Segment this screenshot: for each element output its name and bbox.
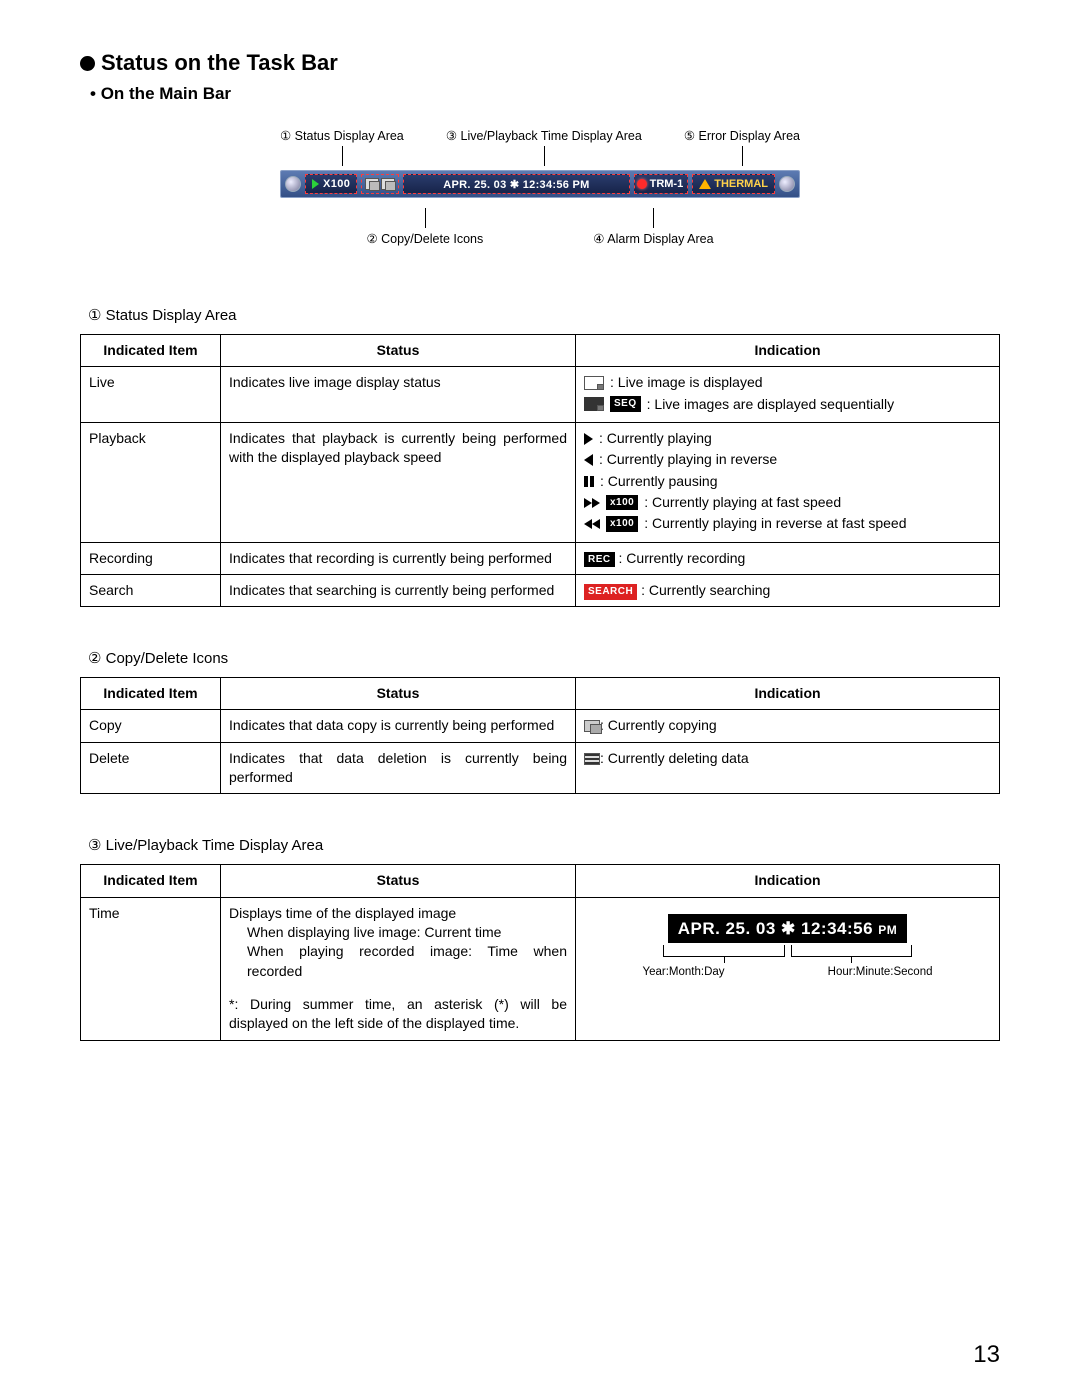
live-seq-icon [584,397,604,411]
th-item: Indicated Item [81,678,221,710]
callout-time-area: ③ Live/Playback Time Display Area [446,128,642,143]
th-indication: Indication [576,678,1000,710]
time-box: APR. 25. 03 ✱ 12:34:56 PM [668,914,908,943]
taskbar-diagram: ① Status Display Area ③ Live/Playback Ti… [280,128,800,246]
alarm-dot-icon [637,179,647,189]
time-format-illustration: APR. 25. 03 ✱ 12:34:56 PM Year:Month:Day… [584,904,991,985]
reverse-play-icon [584,454,593,466]
table-row: Search Indicates that searching is curre… [81,574,1000,606]
rec-tag: REC [584,552,615,568]
copy-delete-table: Indicated Item Status Indication Copy In… [80,677,1000,794]
taskbar-alarm-segment: TRM-1 [634,174,689,194]
taskbar-status-segment: X100 [305,174,357,194]
taskbar-cap-right-icon [779,176,795,192]
play-icon [312,179,319,189]
callout-status-area: ① Status Display Area [280,128,404,143]
callout-copy-delete: ② Copy/Delete Icons [366,231,483,246]
table-row: Delete Indicates that data deletion is c… [81,742,1000,794]
table-row: Copy Indicates that data copy is current… [81,710,1000,742]
delete-icon [381,178,395,190]
search-tag: SEARCH [584,584,637,600]
taskbar-cap-left-icon [285,176,301,192]
fast-reverse-icon [584,514,600,533]
section-1-title: ① Status Display Area [88,306,1000,324]
taskbar-copy-delete-segment [361,174,399,194]
fast-forward-icon [584,493,600,512]
speed-tag: x100 [606,495,638,511]
time-label-time: Hour:Minute:Second [828,965,933,981]
speed-tag: x100 [606,516,638,532]
time-display-table: Indicated Item Status Indication Time Di… [80,864,1000,1040]
play-icon [584,433,593,445]
copy-icon [584,720,600,732]
live-icon [584,376,604,390]
taskbar-illustration: X100 APR. 25. 03 ✱ 12:34:56 PM TRM-1 THE… [280,170,800,198]
page-number: 13 [973,1341,1000,1369]
th-status: Status [221,335,576,367]
callout-alarm-area: ④ Alarm Display Area [593,231,713,246]
page-heading: Status on the Task Bar [80,50,1000,76]
delete-icon [584,753,600,765]
warning-icon [699,179,711,189]
copy-icon [365,178,379,190]
table-row: Playback Indicates that playback is curr… [81,422,1000,542]
th-indication: Indication [576,335,1000,367]
th-status: Status [221,865,576,897]
pause-icon [584,476,594,487]
table-row: Recording Indicates that recording is cu… [81,542,1000,574]
th-item: Indicated Item [81,335,221,367]
taskbar-error-segment: THERMAL [692,174,775,194]
status-display-table: Indicated Item Status Indication Live In… [80,334,1000,607]
taskbar-time-segment: APR. 25. 03 ✱ 12:34:56 PM [403,174,629,194]
page-subheading: On the Main Bar [90,84,1000,104]
th-item: Indicated Item [81,865,221,897]
table-row: Live Indicates live image display status… [81,367,1000,423]
section-2-title: ② Copy/Delete Icons [88,649,1000,667]
seq-tag: SEQ [610,396,641,412]
section-3-title: ③ Live/Playback Time Display Area [88,836,1000,854]
callout-error-area: ⑤ Error Display Area [684,128,800,143]
table-row: Time Displays time of the displayed imag… [81,897,1000,1040]
th-indication: Indication [576,865,1000,897]
time-label-date: Year:Month:Day [643,965,725,981]
th-status: Status [221,678,576,710]
